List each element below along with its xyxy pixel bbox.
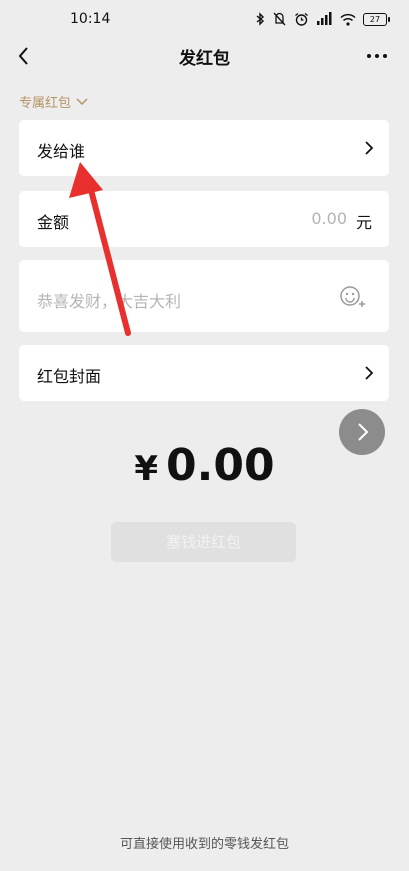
amount-row[interactable]: 金额 0.00 元 [19, 191, 389, 247]
packet-type-label: 专属红包 [19, 96, 72, 111]
cover-label: 红包封面 [37, 367, 102, 386]
recipient-row[interactable]: 发给谁 [19, 120, 389, 176]
chevron-right-icon [365, 141, 374, 155]
wifi-icon [340, 13, 356, 26]
recipient-label: 发给谁 [37, 142, 86, 161]
status-time: 10:14 [70, 11, 111, 27]
total-value: 0.00 [166, 440, 275, 491]
nav-bar: 发红包 [0, 36, 409, 76]
bluetooth-icon [256, 12, 265, 26]
amount-input[interactable]: 0.00 [311, 209, 347, 228]
status-icons: 27 [256, 11, 390, 27]
battery-icon: 27 [363, 12, 390, 26]
page-title: 发红包 [179, 49, 230, 69]
amount-unit: 元 [355, 213, 372, 232]
footer-note: 可直接使用收到的零钱发红包 [119, 837, 289, 852]
submit-button[interactable]: 塞钱进红包 [111, 522, 296, 562]
greeting-input[interactable]: 恭喜发财，大吉大利 [37, 288, 181, 312]
hd-signal-icon [317, 12, 332, 25]
cover-row[interactable]: 红包封面 [19, 345, 389, 401]
currency-symbol: ¥ [134, 449, 159, 489]
status-bar: 10:14 27 [0, 0, 409, 40]
mute-icon [273, 12, 286, 26]
chevron-right-icon [365, 366, 374, 380]
packet-type-selector[interactable]: 专属红包 [19, 92, 89, 111]
alarm-icon [295, 12, 308, 26]
total-amount: ¥0.00 [0, 440, 409, 491]
amount-label: 金额 [37, 213, 70, 232]
chevron-down-icon [76, 97, 88, 105]
more-icon[interactable] [365, 44, 389, 68]
emoji-add-icon[interactable] [339, 284, 367, 308]
greeting-field[interactable]: 恭喜发财，大吉大利 [19, 260, 389, 332]
